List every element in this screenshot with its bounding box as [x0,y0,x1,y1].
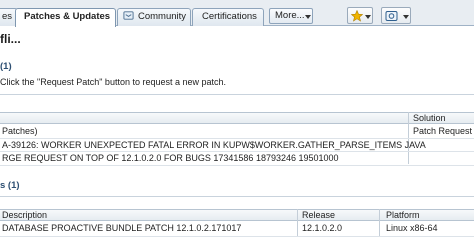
patches-col-platform[interactable]: Platform [386,210,420,221]
chevron-down-icon [365,15,371,19]
patch-release: 12.1.0.2.0 [302,223,343,233]
divider [0,94,474,95]
settings-button[interactable] [381,7,411,24]
star-icon [351,10,363,22]
chevron-down-icon [305,15,311,19]
patch-description[interactable]: DATABASE PROACTIVE BUNDLE PATCH 12.1.0.2… [2,223,241,234]
row-divider [0,236,474,237]
tab-certifications[interactable]: Certifications [192,8,264,26]
request-solution[interactable]: Patch Request I... [413,126,474,137]
patch-platform: Linux x86-64 [386,223,438,233]
page-title: fli... [0,32,21,46]
row-divider [0,138,474,139]
request-description: Patches) [2,126,38,136]
patches-section-heading: s (1) [0,180,20,191]
chevron-down-icon [403,15,409,19]
requests-col-solution[interactable]: Solution [413,113,446,124]
more-tabs-label: More... [275,10,305,21]
request-description: RGE REQUEST ON TOP OF 12.1.0.2.0 FOR BUG… [2,153,339,163]
favorites-button[interactable] [347,7,373,24]
column-divider [297,209,298,236]
row-divider [0,165,474,166]
community-icon [123,11,134,20]
more-tabs-button[interactable]: More... [269,8,313,24]
patches-col-release[interactable]: Release [302,210,335,221]
db-settings-icon [385,11,398,21]
requests-table-header: Solution [0,112,474,124]
request-description: A-39126: WORKER UNEXPECTED FATAL ERROR I… [2,140,426,150]
tab-patches-updates-label: Patches & Updates [24,11,111,22]
patches-col-description[interactable]: Description [2,210,47,221]
tab-community-label: Community [138,11,187,22]
patches-table-header: Description Release Platform [0,209,474,221]
tab-certifications-label: Certifications [202,11,257,22]
request-patch-instruction: Click the "Request Patch" button to requ… [0,77,227,87]
tab-community[interactable]: Community [117,8,191,26]
tab-patches-updates[interactable]: Patches & Updates [15,8,116,27]
row-divider [0,151,474,152]
divider [0,196,474,197]
tab-previous-label: es [2,11,13,22]
column-divider [379,209,380,236]
requests-section-heading: (1) [0,61,12,72]
tab-bar: es Patches & Updates Community Certifica… [0,0,474,27]
